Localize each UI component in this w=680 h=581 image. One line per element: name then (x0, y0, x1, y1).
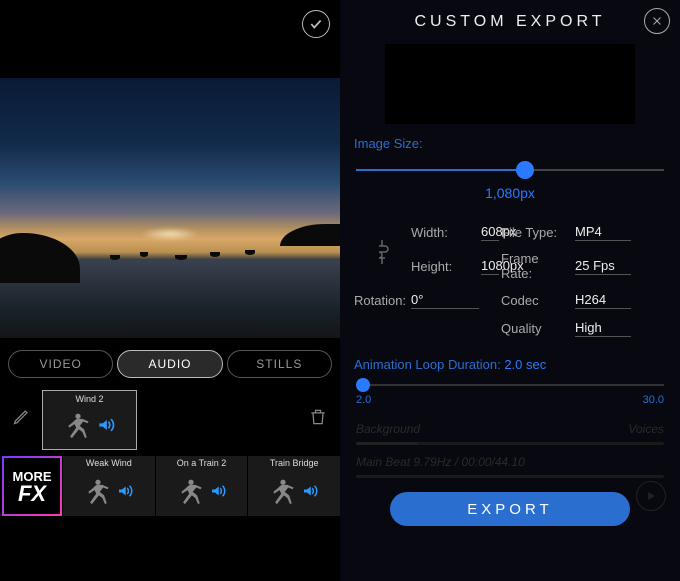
image-size-slider[interactable] (356, 161, 664, 179)
tab-audio[interactable]: AUDIO (117, 350, 222, 378)
edit-icon[interactable] (8, 406, 36, 426)
selected-audio-card[interactable]: Wind 2 (42, 390, 137, 450)
dancer-icon (84, 477, 112, 505)
more-fx-bottom: FX (18, 484, 46, 504)
fx-card-0-label: Weak Wind (65, 458, 153, 468)
loop-value: 2.0 sec (504, 357, 546, 372)
export-header: CUSTOM EXPORT (340, 0, 680, 44)
quality-label: Quality (501, 321, 573, 336)
rotation-label: Rotation: (354, 293, 409, 308)
fx-card-0[interactable]: Weak Wind (62, 456, 155, 516)
faded-beat-label: Main Beat 9.79Hz / 00:00/44.10 (356, 455, 525, 469)
quality-field[interactable]: High (575, 319, 631, 337)
codec-label: Codec (501, 293, 573, 308)
fx-card-2-label: Train Bridge (250, 458, 338, 468)
image-size-label: Image Size: (340, 124, 680, 155)
image-size-value: 1,080px (340, 185, 680, 201)
export-title: CUSTOM EXPORT (415, 13, 606, 31)
loop-slider[interactable] (356, 378, 664, 392)
play-icon (636, 481, 666, 511)
preview-image (0, 78, 340, 338)
tab-stills[interactable]: STILLS (227, 350, 332, 378)
sound-icon (301, 482, 319, 500)
disabled-audio-section: Background Voices Main Beat 9.79Hz / 00:… (340, 408, 680, 478)
height-field[interactable]: 1080px (481, 257, 499, 275)
export-pane: CUSTOM EXPORT Image Size: 1,080px Width:… (340, 0, 680, 581)
framerate-field[interactable]: 25 Fps (575, 257, 631, 275)
confirm-button[interactable] (302, 10, 330, 38)
selected-audio-label: Wind 2 (47, 394, 132, 404)
framerate-label: Frame Rate: (501, 251, 573, 281)
dancer-icon (177, 477, 205, 505)
tab-video[interactable]: VIDEO (8, 350, 113, 378)
fx-row: MORE FX Weak Wind On a Train 2 Train Bri… (0, 454, 340, 516)
dancer-icon (64, 411, 92, 439)
close-icon[interactable] (644, 8, 670, 34)
sound-icon (209, 482, 227, 500)
dancer-icon (269, 477, 297, 505)
left-top-bar (0, 0, 340, 48)
height-label: Height: (411, 259, 479, 274)
sound-icon (96, 415, 116, 435)
codec-field[interactable]: H264 (575, 291, 631, 309)
loop-duration-line: Animation Loop Duration: 2.0 sec (340, 341, 680, 372)
link-dimensions-icon[interactable] (354, 238, 409, 266)
sound-icon (116, 482, 134, 500)
loop-max: 30.0 (643, 394, 664, 406)
filetype-field[interactable]: MP4 (575, 223, 631, 241)
editor-pane: VIDEO AUDIO STILLS Wind 2 MORE FX Weak W… (0, 0, 340, 581)
mode-tabs: VIDEO AUDIO STILLS (0, 338, 340, 386)
fx-card-2[interactable]: Train Bridge (247, 456, 340, 516)
export-button[interactable]: EXPORT (390, 492, 630, 526)
selected-audio-row: Wind 2 (0, 386, 340, 454)
export-preview (385, 44, 635, 124)
faded-bg-label: Background (356, 422, 420, 436)
loop-label: Animation Loop Duration: (354, 357, 501, 372)
filetype-label: File Type: (501, 225, 573, 240)
fx-card-1[interactable]: On a Train 2 (155, 456, 248, 516)
width-label: Width: (411, 225, 479, 240)
width-field[interactable]: 608px (481, 223, 499, 241)
faded-voices-label: Voices (628, 422, 664, 436)
fx-card-1-label: On a Train 2 (158, 458, 246, 468)
export-form: Width: 608px File Type: MP4 Height: 1080… (340, 201, 680, 341)
rotation-field[interactable]: 0° (411, 291, 479, 309)
delete-icon[interactable] (304, 406, 332, 428)
loop-min: 2.0 (356, 394, 371, 406)
more-fx-button[interactable]: MORE FX (2, 456, 62, 516)
